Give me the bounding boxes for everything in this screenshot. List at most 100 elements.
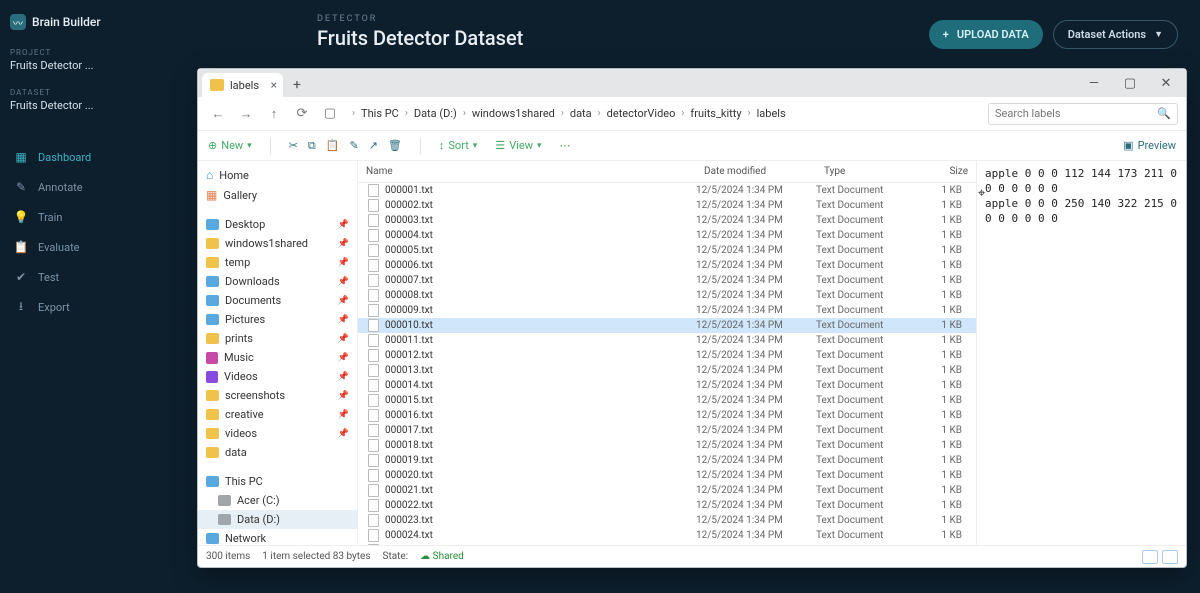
file-row[interactable]: 000014.txt 12/5/2024 1:34 PM Text Docume… [358, 378, 976, 393]
breadcrumb-segment[interactable]: data [568, 105, 594, 122]
file-row[interactable]: 000001.txt 12/5/2024 1:34 PM Text Docume… [358, 183, 976, 198]
dataset-actions-button[interactable]: Dataset Actions ▼ [1053, 20, 1178, 49]
share-button[interactable]: ↗ [369, 139, 378, 152]
cut-button[interactable]: ✂ [289, 139, 298, 152]
file-row[interactable]: 000011.txt 12/5/2024 1:34 PM Text Docume… [358, 333, 976, 348]
tree-thispc[interactable]: This PC [198, 472, 357, 491]
file-row[interactable]: 000010.txt 12/5/2024 1:34 PM Text Docume… [358, 318, 976, 333]
nav-up-button[interactable]: ↑ [262, 102, 286, 126]
file-row[interactable]: 000019.txt 12/5/2024 1:34 PM Text Docume… [358, 453, 976, 468]
text-document-icon [368, 529, 379, 542]
copy-button[interactable]: ⧉ [308, 139, 316, 153]
nav-evaluate[interactable]: 📋Evaluate [0, 232, 145, 262]
file-row[interactable]: 000020.txt 12/5/2024 1:34 PM Text Docume… [358, 468, 976, 483]
tree-videos2[interactable]: videos📌 [198, 424, 357, 443]
nav-export[interactable]: ⭳Export [0, 292, 145, 322]
file-type: Text Document [816, 260, 916, 271]
nav-annotate[interactable]: ✎Annotate [0, 172, 145, 202]
sort-button[interactable]: ↕Sort ▾ [439, 139, 477, 152]
file-row[interactable]: 000009.txt 12/5/2024 1:34 PM Text Docume… [358, 303, 976, 318]
file-explorer-window: — ▢ ✕ labels × + ← → ↑ ⟳ ▢ ›This PC›Data… [197, 68, 1187, 568]
window-close-button[interactable]: ✕ [1148, 71, 1184, 95]
col-name[interactable]: Name [358, 161, 696, 182]
tree-winshared[interactable]: windows1shared📌 [198, 234, 357, 253]
window-maximize-button[interactable]: ▢ [1112, 71, 1148, 95]
status-state-value: ☁ Shared [420, 551, 464, 562]
tab-close-icon[interactable]: × [271, 78, 277, 92]
delete-button[interactable]: 🗑 [388, 139, 402, 152]
explorer-tab-labels[interactable]: labels × [202, 73, 283, 97]
tree-music[interactable]: Music📌 [198, 348, 357, 367]
tree-data[interactable]: data [198, 443, 357, 462]
breadcrumb-segment[interactable]: windows1shared [470, 105, 557, 122]
tree-creative[interactable]: creative📌 [198, 405, 357, 424]
breadcrumb-segment[interactable]: This PC [359, 105, 401, 122]
tree-network[interactable]: Network [198, 529, 357, 545]
preview-button[interactable]: ▣ Preview [1123, 139, 1176, 152]
file-row[interactable]: 000013.txt 12/5/2024 1:34 PM Text Docume… [358, 363, 976, 378]
col-size[interactable]: Size [916, 161, 976, 182]
file-type: Text Document [816, 440, 916, 451]
new-tab-button[interactable]: + [285, 77, 309, 97]
breadcrumb-segment[interactable]: Data (D:) [412, 105, 459, 122]
file-size: 1 KB [916, 305, 976, 316]
upload-data-button[interactable]: + UPLOAD DATA [929, 20, 1043, 49]
tree-pictures[interactable]: Pictures📌 [198, 310, 357, 329]
nav-back-button[interactable]: ← [206, 102, 230, 126]
file-row[interactable]: 000003.txt 12/5/2024 1:34 PM Text Docume… [358, 213, 976, 228]
view-icons-button[interactable] [1162, 550, 1178, 564]
nav-dashboard[interactable]: ▦Dashboard [0, 142, 145, 172]
nav-forward-button[interactable]: → [234, 102, 258, 126]
file-row[interactable]: 000022.txt 12/5/2024 1:34 PM Text Docume… [358, 498, 976, 513]
view-details-button[interactable] [1142, 550, 1158, 564]
file-row[interactable]: 000012.txt 12/5/2024 1:34 PM Text Docume… [358, 348, 976, 363]
file-row[interactable]: 000016.txt 12/5/2024 1:34 PM Text Docume… [358, 408, 976, 423]
nav-refresh-button[interactable]: ⟳ [290, 102, 314, 126]
file-date: 12/5/2024 1:34 PM [696, 290, 816, 301]
breadcrumb-segment[interactable]: fruits_kitty [688, 105, 743, 122]
more-button[interactable]: ⋯ [560, 139, 571, 152]
new-button[interactable]: ⊕New ▾ [208, 139, 252, 152]
breadcrumb-segment[interactable]: labels [755, 105, 788, 122]
file-row[interactable]: 000017.txt 12/5/2024 1:34 PM Text Docume… [358, 423, 976, 438]
col-type[interactable]: Type [816, 161, 916, 182]
tree-documents[interactable]: Documents📌 [198, 291, 357, 310]
file-row[interactable]: 000005.txt 12/5/2024 1:34 PM Text Docume… [358, 243, 976, 258]
tree-acer[interactable]: Acer (C:) [198, 491, 357, 510]
tree-temp[interactable]: temp📌 [198, 253, 357, 272]
paste-button[interactable]: 📋 [326, 139, 340, 152]
window-minimize-button[interactable]: — [1076, 71, 1112, 95]
view-button[interactable]: ☰View ▾ [495, 139, 541, 152]
file-row[interactable]: 000004.txt 12/5/2024 1:34 PM Text Docume… [358, 228, 976, 243]
search-box[interactable]: 🔍 [988, 103, 1178, 125]
tree-datad[interactable]: Data (D:) [198, 510, 357, 529]
file-row[interactable]: 000006.txt 12/5/2024 1:34 PM Text Docume… [358, 258, 976, 273]
file-row[interactable]: 000007.txt 12/5/2024 1:34 PM Text Docume… [358, 273, 976, 288]
nav-train[interactable]: 💡Train [0, 202, 145, 232]
rename-button[interactable]: ✎ [349, 139, 358, 152]
file-row[interactable]: 000024.txt 12/5/2024 1:34 PM Text Docume… [358, 528, 976, 543]
tree-prints[interactable]: prints📌 [198, 329, 357, 348]
column-headers[interactable]: Name Date modified Type Size [358, 161, 976, 183]
app-logo[interactable]: 〰 Brain Builder [0, 8, 145, 42]
file-row[interactable]: 000023.txt 12/5/2024 1:34 PM Text Docume… [358, 513, 976, 528]
tree-desktop[interactable]: Desktop📌 [198, 215, 357, 234]
project-value[interactable]: Fruits Detector ... [0, 59, 145, 82]
tree-gallery[interactable]: ▦Gallery [198, 185, 357, 205]
tree-home[interactable]: ⌂Home [198, 165, 357, 185]
dataset-value[interactable]: Fruits Detector ... [0, 99, 145, 122]
tree-downloads[interactable]: Downloads📌 [198, 272, 357, 291]
tree-videos[interactable]: Videos📌 [198, 367, 357, 386]
address-breadcrumbs[interactable]: ›This PC›Data (D:)›windows1shared›data›d… [352, 105, 984, 122]
col-date[interactable]: Date modified [696, 161, 816, 182]
breadcrumb-segment[interactable]: detectorVideo [605, 105, 678, 122]
search-input[interactable] [995, 107, 1151, 120]
file-row[interactable]: 000002.txt 12/5/2024 1:34 PM Text Docume… [358, 198, 976, 213]
folder-tree[interactable]: ⌂Home ▦Gallery Desktop📌 windows1shared📌 … [198, 161, 358, 545]
file-row[interactable]: 000008.txt 12/5/2024 1:34 PM Text Docume… [358, 288, 976, 303]
file-row[interactable]: 000021.txt 12/5/2024 1:34 PM Text Docume… [358, 483, 976, 498]
file-row[interactable]: 000015.txt 12/5/2024 1:34 PM Text Docume… [358, 393, 976, 408]
file-row[interactable]: 000018.txt 12/5/2024 1:34 PM Text Docume… [358, 438, 976, 453]
tree-screenshots[interactable]: screenshots📌 [198, 386, 357, 405]
nav-test[interactable]: ✔Test [0, 262, 145, 292]
